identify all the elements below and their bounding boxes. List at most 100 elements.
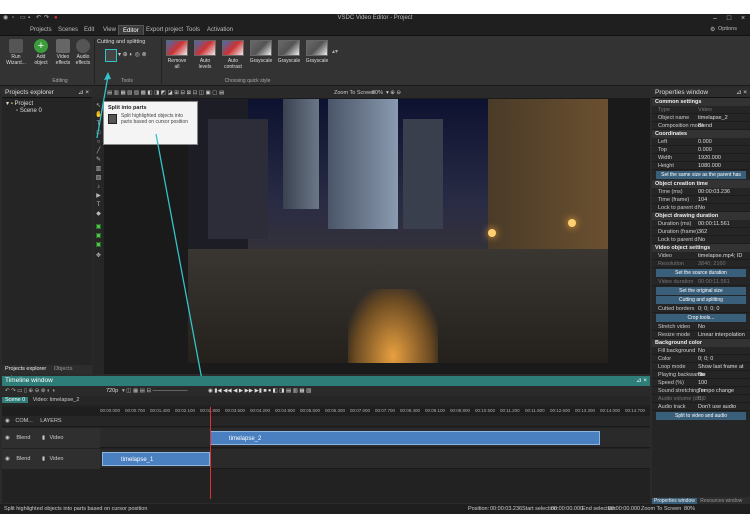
animation-tool-icon[interactable]: ◆ bbox=[95, 211, 102, 218]
image-tool-icon[interactable]: ▨ bbox=[95, 175, 102, 182]
align-icons[interactable]: ▤ ▥ ▦ ▧ ▨ ▩ ◧ ◨ ◩ ◪ ⊞ ⊟ ⊠ ⊡ ◫ ▣ ▢ ▤ bbox=[107, 90, 224, 96]
quick-style-grayscale-3[interactable]: Grayscale bbox=[305, 40, 329, 64]
prop-composition[interactable]: Composition mode Blend bbox=[652, 122, 750, 130]
run-wizard-button[interactable]: Run Wizard... bbox=[4, 39, 28, 66]
pin-icon[interactable]: ⊿ × bbox=[78, 88, 89, 98]
status-zoom-value[interactable]: 80% bbox=[684, 504, 695, 514]
section-drawing-duration[interactable]: Object drawing duration bbox=[652, 212, 750, 220]
track-lock-icon[interactable]: ▮ bbox=[42, 456, 45, 462]
audio-effects-button[interactable]: Audio effects bbox=[72, 39, 94, 66]
timeline-tool-icons[interactable]: ↶ ↷ ▭ ▯ ⊕ ⊖ ⊗ ◐ ◑ bbox=[5, 388, 55, 394]
prop-object-name[interactable]: Object name timelapse_2 bbox=[652, 114, 750, 122]
minimize-icon[interactable]: – bbox=[708, 14, 722, 23]
status-zoom-label[interactable]: Zoom To Screen bbox=[641, 504, 681, 514]
pointer-tool-icon[interactable]: ↖ bbox=[95, 103, 102, 110]
prop-playing-backwards[interactable]: Playing backwards No bbox=[652, 371, 750, 379]
move-tool-icon[interactable]: ✥ bbox=[95, 253, 102, 260]
tree-scene[interactable]: ▫ Scene 0 bbox=[6, 108, 92, 115]
track-visibility-icon[interactable]: ◉ bbox=[5, 456, 10, 462]
split-video-audio-button[interactable]: Split to video and audio bbox=[656, 412, 746, 420]
prop-time-frame[interactable]: Time (frame) 104 bbox=[652, 196, 750, 204]
chart-tool-icon[interactable]: ▥ bbox=[95, 166, 102, 173]
tab-video-timelapse-2[interactable]: Video: timelapse_2 bbox=[30, 397, 83, 403]
rectangle-tool-icon[interactable]: □ bbox=[95, 130, 102, 137]
zoom-dropdown-icon[interactable]: ▾ ⊕ ⊖ bbox=[386, 88, 401, 98]
menu-export-project[interactable]: Export project bbox=[142, 25, 187, 35]
prop-color[interactable]: Color 0; 0; 0 bbox=[652, 355, 750, 363]
text-tool-icon[interactable]: T bbox=[95, 121, 102, 128]
tree-project[interactable]: ▾ ▪ Project bbox=[6, 101, 92, 108]
quick-style-scroll-icon[interactable]: ▴▾ bbox=[332, 48, 338, 55]
prop-resize-mode[interactable]: Resize mode Linear interpolation bbox=[652, 331, 750, 339]
cutting-splitting-button[interactable]: Cutting and splitting bbox=[656, 296, 746, 304]
prop-time-ms[interactable]: Time (ms) 00:00:03.236 bbox=[652, 188, 750, 196]
video-effects-button[interactable]: Video effects bbox=[52, 39, 74, 66]
cutting-splitting-label[interactable]: Cutting and splitting bbox=[97, 39, 145, 45]
prop-audio-track[interactable]: Audio track Don't use audio bbox=[652, 403, 750, 411]
audio-effect-tool-icon[interactable]: ▣ bbox=[95, 233, 102, 240]
track-blend-select[interactable]: Blend bbox=[16, 456, 30, 462]
prop-speed[interactable]: Speed (%) 100 bbox=[652, 379, 750, 387]
close-icon[interactable]: × bbox=[736, 14, 750, 23]
subtitle-tool-icon[interactable]: T bbox=[95, 202, 102, 209]
prop-loop-mode[interactable]: Loop mode Show last frame at the bbox=[652, 363, 750, 378]
section-video-settings[interactable]: Video object settings bbox=[652, 244, 750, 252]
section-background-color[interactable]: Background color bbox=[652, 339, 750, 347]
prop-duration-ms[interactable]: Duration (ms) 00:00:11.561 bbox=[652, 220, 750, 228]
hand-tool-icon[interactable]: ✋ bbox=[95, 112, 102, 119]
menu-activation[interactable]: Activation bbox=[203, 25, 237, 35]
prop-height[interactable]: Height 1080.000 bbox=[652, 162, 750, 170]
quick-style-grayscale-1[interactable]: Grayscale bbox=[249, 40, 273, 64]
expand-icon[interactable]: ▾ bbox=[6, 101, 9, 107]
maximize-icon[interactable]: □ bbox=[722, 14, 736, 23]
prop-video-file[interactable]: Video timelapse.mp4; ID bbox=[652, 252, 750, 260]
eye-icon[interactable]: ◉ bbox=[5, 418, 10, 424]
pin-icon[interactable]: ⊿ × bbox=[636, 376, 647, 386]
prop-top[interactable]: Top 0.000 bbox=[652, 146, 750, 154]
resolution-select[interactable]: 720p bbox=[106, 386, 118, 396]
menu-projects[interactable]: Projects bbox=[26, 25, 56, 35]
add-object-button[interactable]: + Add object bbox=[30, 39, 52, 66]
tab-scene-0[interactable]: Scene 0 bbox=[2, 397, 29, 403]
section-coordinates[interactable]: Coordinates bbox=[652, 130, 750, 138]
pen-tool-icon[interactable]: ✎ bbox=[95, 157, 102, 164]
ellipse-tool-icon[interactable]: ○ bbox=[95, 139, 102, 146]
track-lock-icon[interactable]: ▮ bbox=[42, 435, 45, 441]
prop-duration-frame[interactable]: Duration (frame) 362 bbox=[652, 228, 750, 236]
prop-sound-stretching[interactable]: Sound stretching m Tempo change bbox=[652, 387, 750, 395]
track-visibility-icon[interactable]: ◉ bbox=[5, 435, 10, 441]
source-duration-button[interactable]: Set the source duration bbox=[656, 269, 746, 277]
same-size-button[interactable]: Set the same size as the parent has bbox=[656, 171, 746, 179]
menu-tools[interactable]: Tools bbox=[182, 25, 204, 35]
clip-timelapse-2[interactable]: timelapse_2 bbox=[210, 431, 600, 445]
prop-width[interactable]: Width 1920.000 bbox=[652, 154, 750, 162]
prop-stretch-video[interactable]: Stretch video No bbox=[652, 323, 750, 331]
track-blend-select[interactable]: Blend bbox=[16, 435, 30, 441]
view-mode-icons[interactable]: ▾ ◫ ▦ ▤ ⊟ ───────── bbox=[122, 386, 188, 396]
clip-timelapse-1[interactable]: timelapse_1 bbox=[102, 452, 210, 466]
zoom-percent-select[interactable]: 80% bbox=[372, 88, 383, 98]
time-ruler[interactable]: 00:00.000 00:00.700 00:01.400 00:02.100 00:0… bbox=[2, 407, 650, 416]
zoom-mode-select[interactable]: Zoom To Screen bbox=[334, 88, 374, 98]
line-tool-icon[interactable]: ╱ bbox=[95, 148, 102, 155]
split-into-parts-button[interactable] bbox=[105, 49, 117, 62]
prop-lock-parent-2[interactable]: Lock to parent d No bbox=[652, 236, 750, 244]
pin-icon[interactable]: ⊿ × bbox=[736, 88, 747, 98]
crop-tools-button[interactable]: Crop tools... bbox=[656, 314, 746, 322]
video-tool-icon[interactable]: ▶ bbox=[95, 193, 102, 200]
transition-tool-icon[interactable]: ▣ bbox=[95, 242, 102, 249]
section-creation-time[interactable]: Object creation time bbox=[652, 180, 750, 188]
original-size-button[interactable]: Set the original size bbox=[656, 287, 746, 295]
playback-controls[interactable]: ◉ ▮◀ ◀◀ ◀ ▶ ▶▶ ▶▮ ■ ⏺ ◧ ◨ ▤ ▥ ▦ ▧ bbox=[208, 386, 311, 396]
options-gear-icon[interactable]: ⚙ bbox=[710, 26, 715, 33]
quick-style-grayscale-2[interactable]: Grayscale bbox=[277, 40, 301, 64]
menu-editor[interactable]: Editor bbox=[118, 25, 144, 35]
effect-tool-icon[interactable]: ▣ bbox=[95, 224, 102, 231]
playhead-cursor[interactable] bbox=[210, 407, 211, 499]
prop-left[interactable]: Left 0.000 bbox=[652, 138, 750, 146]
prop-fill-background[interactable]: Fill background No bbox=[652, 347, 750, 355]
options-link[interactable]: Options bbox=[718, 26, 737, 32]
audio-tool-icon[interactable]: ♪ bbox=[95, 184, 102, 191]
quick-style-auto-levels[interactable]: Auto levels bbox=[193, 40, 217, 70]
section-common[interactable]: Common settings bbox=[652, 98, 750, 106]
